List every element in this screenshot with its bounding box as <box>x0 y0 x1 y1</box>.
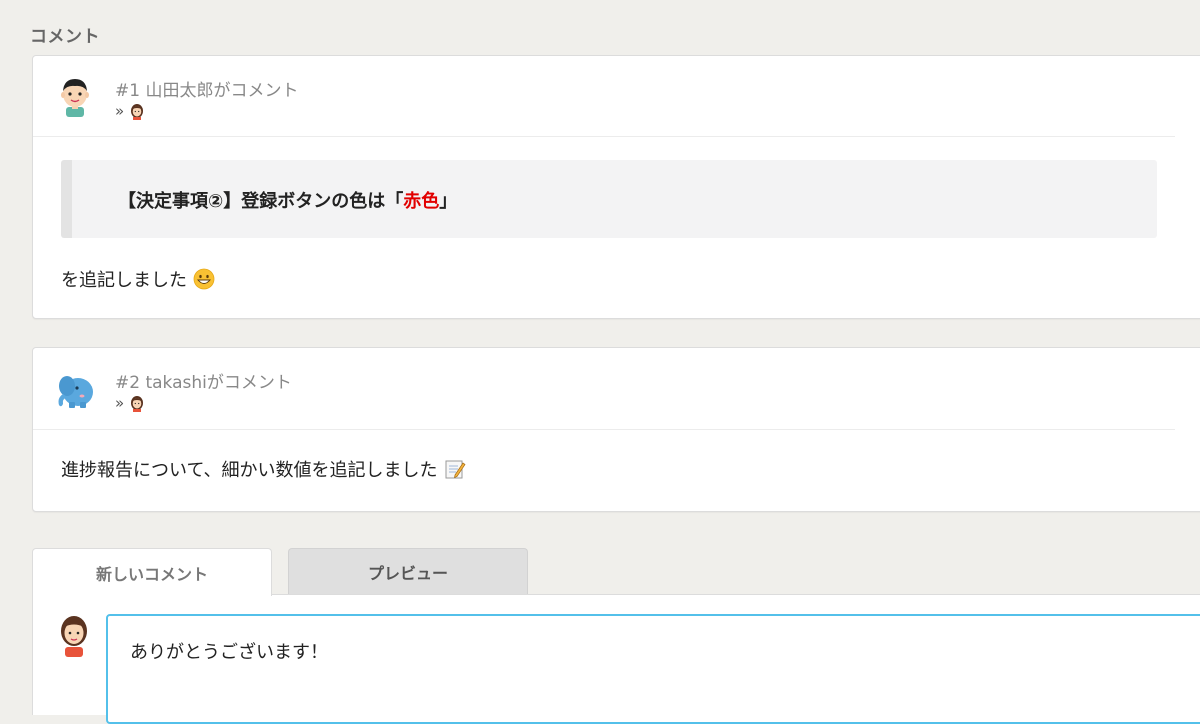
comment-header: #2 takashiがコメント <box>115 373 292 393</box>
comments-section-title: コメント <box>30 27 100 47</box>
comment-divider <box>33 429 1175 430</box>
notify-line: » <box>115 102 146 120</box>
comment-card: #1 山田太郎がコメント » 【決定事項②】登録ボタンの色は「赤色」 を追記しま… <box>32 55 1200 319</box>
quote-text: 【決定事項②】登録ボタンの色は「赤色」 <box>118 187 457 213</box>
comment-body-text: 進捗報告について、細かい数値を追記しました <box>61 460 438 481</box>
elephant-avatar-icon[interactable] <box>53 368 97 412</box>
comment-body: を追記しました <box>61 266 215 292</box>
girl-mini-avatar-icon[interactable] <box>128 102 146 120</box>
quote-suffix: 」 <box>439 191 458 212</box>
notify-prefix: » <box>115 394 125 412</box>
tab-new-comment[interactable]: 新しいコメント <box>32 548 272 596</box>
girl-avatar-icon[interactable] <box>56 613 92 657</box>
notify-line: » <box>115 394 146 412</box>
comment-header: #1 山田太郎がコメント <box>115 81 299 101</box>
boy-avatar-icon[interactable] <box>53 74 97 118</box>
comment-divider <box>33 136 1175 137</box>
comment-card: #2 takashiがコメント » 進捗報告について、細かい数値を追記しました <box>32 347 1200 512</box>
grinning-face-emoji <box>193 268 215 290</box>
comment-body-text: を追記しました <box>61 270 187 291</box>
quote-prefix: 【決定事項②】登録ボタンの色は「 <box>118 191 404 212</box>
comment-body: 進捗報告について、細かい数値を追記しました <box>61 456 466 482</box>
notify-prefix: » <box>115 102 125 120</box>
quote-block: 【決定事項②】登録ボタンの色は「赤色」 <box>61 160 1157 238</box>
tab-preview[interactable]: プレビュー <box>288 548 528 595</box>
quote-highlight: 赤色 <box>403 191 440 212</box>
memo-emoji <box>445 460 466 479</box>
comment-input[interactable]: ありがとうございます！ <box>106 614 1200 724</box>
girl-mini-avatar-icon[interactable] <box>128 394 146 412</box>
